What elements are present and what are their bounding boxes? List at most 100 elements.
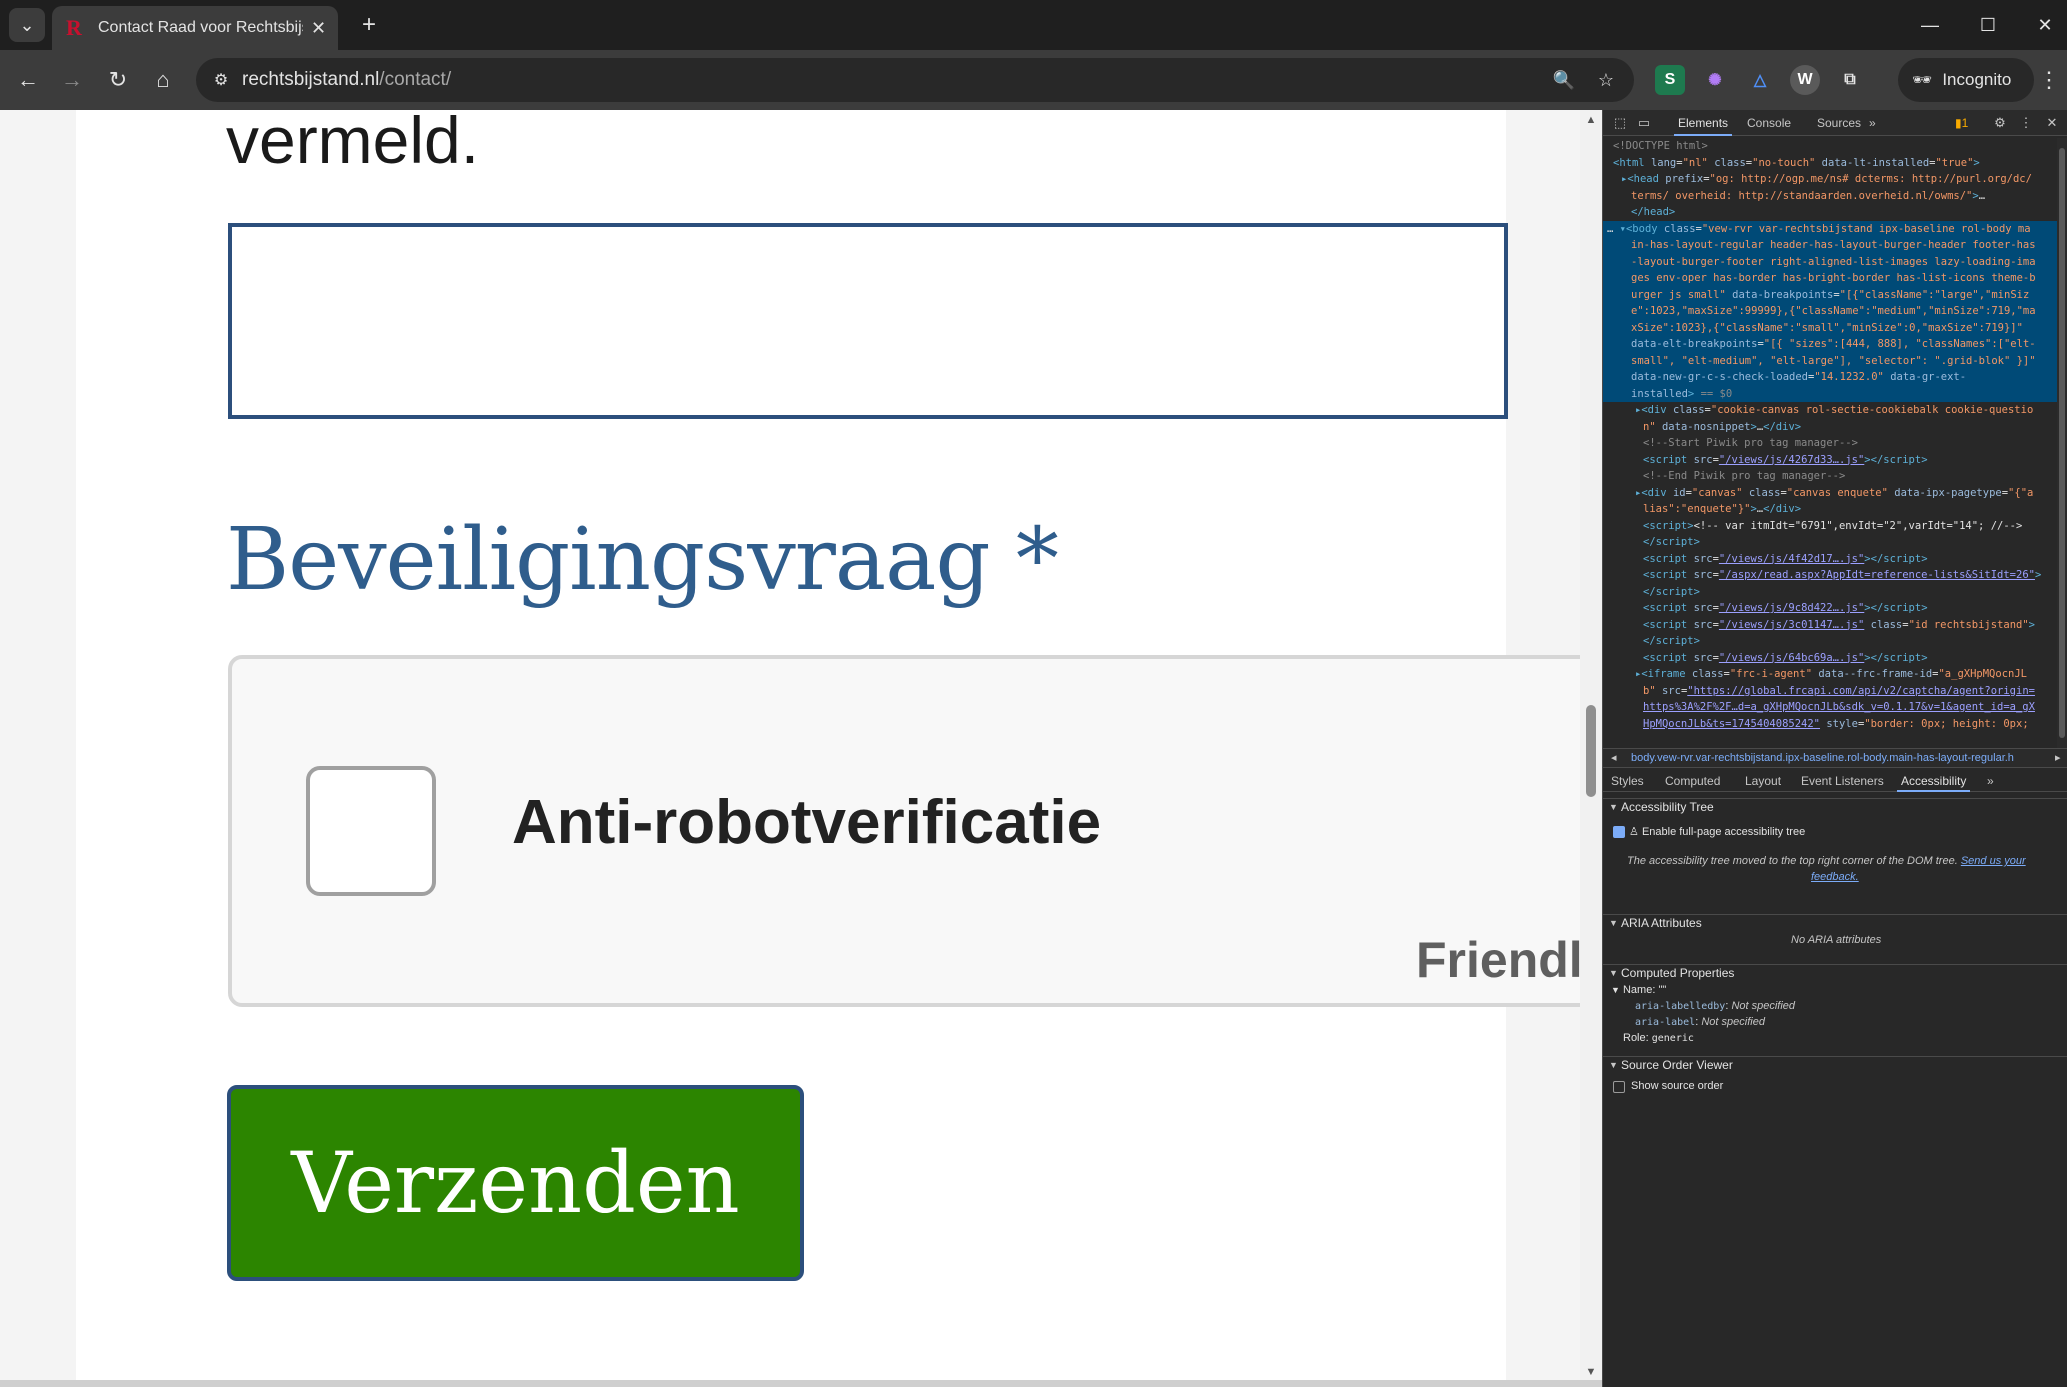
name-row[interactable]: ▼ Name: "": [1611, 984, 1666, 996]
dom-scrollbar[interactable]: [2057, 138, 2067, 748]
zoom-icon[interactable]: 🔍: [1552, 68, 1576, 92]
scrollbar-thumb[interactable]: [1586, 705, 1596, 797]
back-arrow-icon: ←: [17, 67, 39, 92]
breadcrumb[interactable]: ◂ body.vew-rvr.var-rechtsbijstand.ipx-ba…: [1603, 748, 2067, 768]
dom-line[interactable]: https%3A%2F%2F…d=a_gXHpMQocnJLb&sdk_v=0.…: [1603, 699, 2058, 716]
reload-button[interactable]: ↻: [100, 62, 136, 98]
dom-line[interactable]: ▸<div class="cookie-canvas rol-sectie-co…: [1603, 402, 2058, 419]
dom-line[interactable]: <script src="/views/js/9c8d422….js"></sc…: [1603, 600, 2058, 617]
dom-line[interactable]: b" src="https://global.frcapi.com/api/v2…: [1603, 683, 2058, 700]
tab-search-button[interactable]: ⌄: [9, 8, 45, 42]
dom-line[interactable]: <script src="/views/js/4267d33….js"></sc…: [1603, 452, 2058, 469]
tab-styles[interactable]: Styles: [1611, 774, 1644, 788]
message-textarea[interactable]: [228, 223, 1508, 419]
more-sidebar-tabs-icon[interactable]: »: [1987, 774, 1994, 788]
settings-gear-icon[interactable]: ⚙: [1991, 114, 2009, 132]
dom-line-selected[interactable]: -layout-burger-footer right-aligned-list…: [1603, 253, 2058, 270]
dom-line[interactable]: <!DOCTYPE html>: [1603, 138, 2058, 155]
dom-line[interactable]: ▸<iframe class="frc-i-agent" data--frc-f…: [1603, 666, 2058, 683]
crumb-right-icon[interactable]: ▸: [2055, 749, 2061, 767]
dom-line-selected[interactable]: data-elt-breakpoints="[{ "sizes":[444, 8…: [1603, 336, 2058, 353]
site-info-icon[interactable]: ⚙: [210, 69, 232, 91]
dom-line[interactable]: n" data-nosnippet>…</div>: [1603, 419, 2058, 436]
dom-line-selected[interactable]: installed> == $0: [1603, 385, 2058, 402]
back-button[interactable]: ←: [10, 62, 46, 98]
dom-line[interactable]: HpMQocnJLb&ts=1745404085242" style="bord…: [1603, 716, 2058, 733]
dom-line[interactable]: terms/ overheid: http://standaarden.over…: [1603, 188, 2058, 205]
dom-line[interactable]: </script>: [1603, 584, 2058, 601]
dom-line-selected[interactable]: data-new-gr-c-s-check-loaded="14.1232.0"…: [1603, 369, 2058, 386]
dom-line[interactable]: <script src="/views/js/4f42d17….js"></sc…: [1603, 551, 2058, 568]
dom-line[interactable]: </script>: [1603, 633, 2058, 650]
browser-menu-icon[interactable]: ⋮: [2036, 64, 2062, 96]
enable-tree-checkbox[interactable]: [1613, 826, 1625, 838]
dom-line-selected[interactable]: xSize":1023},{"className":"small","minSi…: [1603, 319, 2058, 336]
dom-line[interactable]: lias":"enquete"}">…</div>: [1603, 501, 2058, 518]
dom-tree[interactable]: <!DOCTYPE html> <html lang="nl" class="n…: [1603, 138, 2058, 748]
source-order-section[interactable]: ▼ Source Order Viewer: [1603, 1056, 2067, 1074]
address-bar[interactable]: ⚙ rechtsbijstand.nl/contact/ 🔍 ☆: [196, 58, 1634, 102]
breadcrumb-text[interactable]: body.vew-rvr.var-rechtsbijstand.ipx-base…: [1631, 752, 2014, 764]
dom-line[interactable]: ▸<div id="canvas" class="canvas enquete"…: [1603, 485, 2058, 502]
extension-gear-icon[interactable]: ✺: [1700, 65, 1730, 95]
devtools-menu-icon[interactable]: ⋮: [2017, 114, 2035, 132]
minimize-button[interactable]: —: [1910, 8, 1950, 42]
extension-triangle-icon[interactable]: △: [1745, 65, 1775, 95]
maximize-button[interactable]: ☐: [1968, 8, 2008, 42]
computed-properties-section[interactable]: ▼ Computed Properties: [1603, 964, 2067, 982]
dom-line-selected[interactable]: in-has-layout-regular header-has-layout-…: [1603, 237, 2058, 254]
extension-w-icon[interactable]: W: [1790, 65, 1820, 95]
dom-line[interactable]: <!--Start Piwik pro tag manager-->: [1603, 435, 2058, 452]
tab-elements[interactable]: Elements: [1673, 116, 1733, 136]
tab-layout[interactable]: Layout: [1745, 774, 1781, 788]
more-tabs-icon[interactable]: »: [1869, 116, 1876, 130]
submit-button[interactable]: Verzenden: [227, 1085, 804, 1281]
dom-line[interactable]: <script src="/views/js/3c01147….js" clas…: [1603, 617, 2058, 634]
forward-button[interactable]: →: [54, 62, 90, 98]
browser-tab[interactable]: R Contact Raad voor Rechtsbijstand ✕: [52, 6, 338, 50]
bookmark-star-icon[interactable]: ☆: [1594, 68, 1618, 92]
accessibility-tree-section[interactable]: ▼ Accessibility Tree: [1603, 798, 2067, 816]
dom-scrollbar-thumb[interactable]: [2059, 148, 2065, 738]
page-scrollbar[interactable]: ▲ ▼: [1580, 110, 1602, 1387]
feedback-link[interactable]: Send us your: [1961, 855, 2026, 867]
show-source-order-checkbox[interactable]: [1613, 1081, 1625, 1093]
horizontal-scrollbar[interactable]: [0, 1380, 1602, 1387]
feedback-link-cont[interactable]: feedback.: [1811, 871, 1859, 883]
device-toolbar-icon[interactable]: ▭: [1635, 114, 1653, 132]
dom-line-selected[interactable]: small", "elt-medium", "elt-large"], "sel…: [1603, 352, 2058, 369]
new-tab-button[interactable]: +: [352, 8, 386, 42]
dom-line-selected[interactable]: … ▾<body class="vew-rvr var-rechtsbijsta…: [1603, 220, 2058, 237]
tab-computed[interactable]: Computed: [1665, 774, 1720, 788]
devtools-close-icon[interactable]: ✕: [2043, 114, 2061, 132]
aria-attributes-section[interactable]: ▼ ARIA Attributes: [1603, 914, 2067, 932]
dom-line[interactable]: <script src="/aspx/read.aspx?AppIdt=refe…: [1603, 567, 2058, 584]
dom-line[interactable]: </script>: [1603, 534, 2058, 551]
dom-line[interactable]: <script><!-- var itmIdt="6791",envIdt="2…: [1603, 518, 2058, 535]
close-window-button[interactable]: ✕: [2025, 8, 2065, 42]
issues-badge[interactable]: ▮1: [1955, 116, 1968, 130]
incognito-badge[interactable]: 🕶 Incognito: [1898, 58, 2034, 102]
tab-console[interactable]: Console: [1747, 116, 1791, 130]
dom-line-selected[interactable]: ges env-oper has-border has-bright-borde…: [1603, 270, 2058, 287]
captcha-checkbox[interactable]: [306, 766, 436, 896]
tab-event-listeners[interactable]: Event Listeners: [1801, 774, 1884, 788]
dom-line[interactable]: <html lang="nl" class="no-touch" data-lt…: [1603, 155, 2058, 172]
dom-line-selected[interactable]: e":1023,"maxSize":99999},{"className":"m…: [1603, 303, 2058, 320]
dom-line-selected[interactable]: urger js small" data-breakpoints="[{"cla…: [1603, 286, 2058, 303]
close-tab-icon[interactable]: ✕: [311, 18, 326, 39]
crumb-left-icon[interactable]: ◂: [1611, 749, 1617, 767]
dom-line[interactable]: </head>: [1603, 204, 2058, 221]
extension-s-icon[interactable]: S: [1655, 65, 1685, 95]
dom-line[interactable]: ▸<head prefix="og: http://ogp.me/ns# dct…: [1603, 171, 2058, 188]
scroll-up-icon[interactable]: ▲: [1584, 114, 1598, 128]
home-button[interactable]: ⌂: [145, 62, 181, 98]
tab-accessibility[interactable]: Accessibility: [1896, 774, 1971, 792]
tab-sources[interactable]: Sources: [1817, 116, 1861, 130]
extensions-puzzle-icon[interactable]: ⧉: [1835, 65, 1865, 95]
dom-line[interactable]: <script src="/views/js/64bc69a….js"></sc…: [1603, 650, 2058, 667]
scroll-down-icon[interactable]: ▼: [1584, 1366, 1598, 1380]
captcha-brand[interactable]: Friendly Ca: [1416, 931, 1602, 989]
dom-line[interactable]: <!--End Piwik pro tag manager-->: [1603, 468, 2058, 485]
inspect-element-icon[interactable]: ⬚: [1611, 114, 1629, 132]
